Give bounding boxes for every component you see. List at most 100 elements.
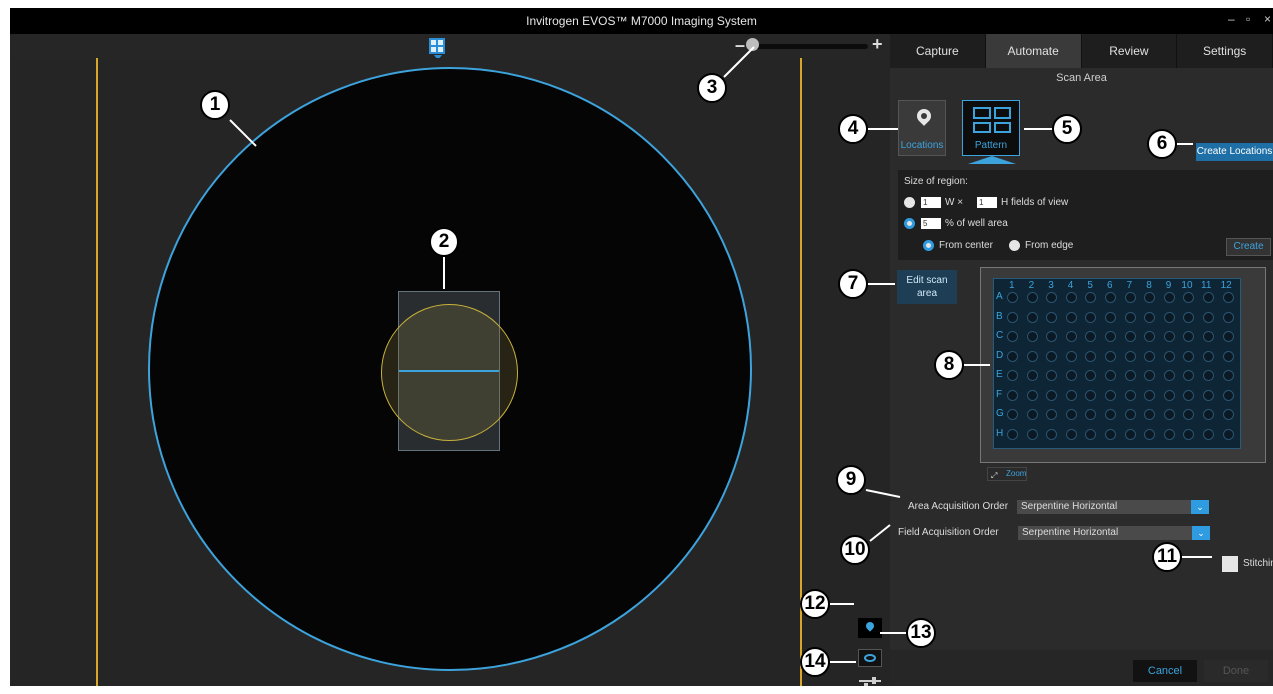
minimize-button[interactable]: – [1228,12,1235,26]
plate-well[interactable] [1007,350,1018,362]
field-acquisition-order-select[interactable]: Serpentine Horizontal ⌄ [1018,526,1210,540]
plate-well[interactable] [1105,370,1116,381]
plate-well[interactable] [1065,292,1077,303]
chevron-down-icon[interactable]: ⌄ [1191,500,1209,514]
plate-well[interactable] [1065,350,1077,362]
plate-well[interactable] [1183,311,1195,323]
plate-well[interactable] [1065,428,1077,440]
plate-well[interactable] [1105,311,1116,323]
plate-well[interactable] [1163,428,1175,440]
well-plate-grid[interactable]: 1 2 3 4 5 6 7 8 9 10 11 12 A B C D E F G H [993,278,1241,449]
create-locations-button[interactable]: Create Locations [1196,143,1273,161]
plate-well[interactable] [1203,389,1214,401]
plate-well[interactable] [1144,389,1156,401]
plate-well[interactable] [1183,409,1195,420]
fov-height-input[interactable]: 1 [977,197,997,208]
plate-well[interactable] [1144,350,1156,362]
plate-well[interactable] [1065,331,1077,342]
plate-well[interactable] [1085,428,1097,440]
plate-well[interactable] [1007,311,1018,323]
plate-well[interactable] [1046,311,1058,323]
plate-well[interactable] [1046,331,1058,342]
done-button[interactable]: Done [1204,660,1268,682]
plate-well[interactable] [1144,428,1156,440]
plate-well[interactable] [1222,292,1234,303]
plate-well[interactable] [1222,311,1234,323]
plate-well[interactable] [1007,409,1018,420]
plate-well[interactable] [1163,409,1175,420]
plate-well[interactable] [1222,409,1234,420]
fields-of-view-radio[interactable] [904,197,915,208]
zoom-out-icon[interactable]: – [735,35,745,56]
plate-well[interactable] [1124,350,1136,362]
chevron-down-icon[interactable]: ⌄ [1192,526,1210,540]
plate-well[interactable] [1065,409,1077,420]
plate-well[interactable] [1222,428,1234,440]
locations-button[interactable]: Locations [898,100,946,156]
plate-well[interactable] [1085,409,1097,420]
fov-width-input[interactable]: 1 [921,197,941,208]
plate-well[interactable] [1222,389,1234,401]
plate-well[interactable] [1026,409,1038,420]
from-edge-radio[interactable] [1009,240,1020,251]
plate-well[interactable] [1026,331,1038,342]
zoom-slider[interactable] [750,44,868,49]
plate-well[interactable] [1105,409,1116,420]
plate-well[interactable] [1163,389,1175,401]
plate-well[interactable] [1046,350,1058,362]
plate-well[interactable] [1085,389,1097,401]
restore-button[interactable]: ▫ [1246,12,1250,26]
scan-area-circle[interactable] [381,304,518,441]
plate-well[interactable] [1007,331,1018,342]
plate-well[interactable] [1183,350,1195,362]
tab-capture[interactable]: Capture [890,34,986,68]
plate-well[interactable] [1046,389,1058,401]
plate-well[interactable] [1183,389,1195,401]
plate-well[interactable] [1007,389,1018,401]
create-button[interactable]: Create [1226,238,1271,256]
plate-well[interactable] [1124,389,1136,401]
plate-well[interactable] [1105,331,1116,342]
edit-scan-area-button[interactable]: Edit scan area [897,270,957,304]
plate-well[interactable] [1046,409,1058,420]
eye-icon[interactable] [858,649,882,667]
plate-well[interactable] [1026,292,1038,303]
plate-well[interactable] [1124,409,1136,420]
plate-well[interactable] [1007,370,1018,381]
tab-automate[interactable]: Automate [985,34,1082,68]
plate-well[interactable] [1163,370,1175,381]
plate-well[interactable] [1105,292,1116,303]
plate-well[interactable] [1085,370,1097,381]
plate-well[interactable] [1124,428,1136,440]
plate-well[interactable] [1222,370,1234,381]
plate-well[interactable] [1203,350,1214,362]
area-acquisition-order-select[interactable]: Serpentine Horizontal ⌄ [1017,500,1209,514]
pattern-button[interactable]: Pattern [962,100,1020,156]
plate-well[interactable] [1203,331,1214,342]
plate-well[interactable] [1085,292,1097,303]
plate-well[interactable] [1105,350,1116,362]
stitching-checkbox[interactable] [1222,556,1238,572]
plate-well[interactable] [1026,389,1038,401]
plate-well[interactable] [1183,370,1195,381]
plate-well[interactable] [1163,311,1175,323]
plate-well[interactable] [1144,409,1156,420]
plate-well[interactable] [1183,331,1195,342]
percent-well-area-radio[interactable] [904,218,915,229]
plate-well[interactable] [1046,370,1058,381]
plate-well[interactable] [1065,389,1077,401]
sliders-icon[interactable] [858,676,884,686]
plate-well[interactable] [1222,331,1234,342]
plate-zoom-button[interactable]: ⤢ Zoom [987,467,1027,481]
plate-well[interactable] [1065,311,1077,323]
percent-well-area-input[interactable]: 5 [921,218,941,229]
plate-well[interactable] [1105,389,1116,401]
plate-well[interactable] [1124,370,1136,381]
plate-well[interactable] [1144,331,1156,342]
tab-settings[interactable]: Settings [1177,34,1273,68]
plate-well[interactable] [1046,292,1058,303]
well-canvas[interactable] [10,58,890,686]
plate-well[interactable] [1085,311,1097,323]
plate-well[interactable] [1144,311,1156,323]
plate-well[interactable] [1026,311,1038,323]
